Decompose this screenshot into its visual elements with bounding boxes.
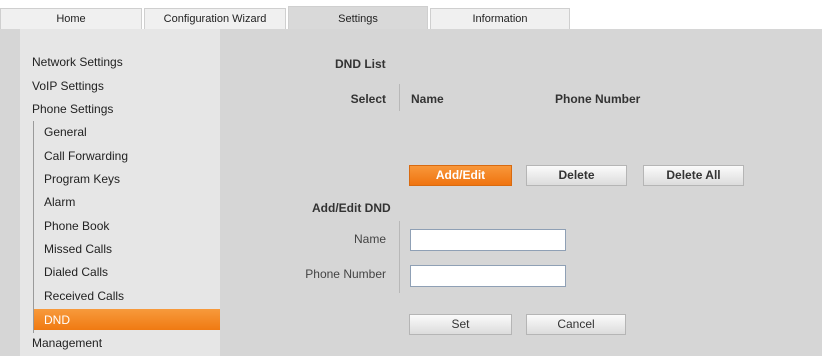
- list-column-divider: [399, 84, 400, 111]
- settings-page: Network Settings VoIP Settings Phone Set…: [0, 29, 822, 356]
- top-tab-bar: Home Configuration Wizard Settings Infor…: [0, 0, 822, 30]
- sidebar-item-call-forwarding[interactable]: Call Forwarding: [44, 149, 128, 163]
- cancel-button[interactable]: Cancel: [526, 314, 626, 335]
- dnd-list-heading: DND List: [335, 57, 386, 71]
- tab-information[interactable]: Information: [430, 8, 570, 29]
- sidebar-item-alarm[interactable]: Alarm: [44, 195, 75, 209]
- tab-settings[interactable]: Settings: [288, 6, 428, 30]
- name-field-label: Name: [353, 232, 386, 246]
- submenu-divider: [33, 121, 34, 333]
- select-column-label: Select: [350, 92, 386, 106]
- sidebar-item-phone-book[interactable]: Phone Book: [44, 219, 109, 233]
- form-divider: [399, 221, 400, 293]
- add-edit-button[interactable]: Add/Edit: [409, 165, 512, 186]
- phone-number-field-label: Phone Number: [305, 267, 386, 281]
- phone-number-input[interactable]: [410, 265, 566, 287]
- delete-all-button[interactable]: Delete All: [643, 165, 744, 186]
- sidebar-item-phone-settings[interactable]: Phone Settings: [32, 102, 113, 116]
- add-edit-dnd-heading: Add/Edit DND: [312, 201, 391, 215]
- sidebar-item-received-calls[interactable]: Received Calls: [44, 289, 124, 303]
- sidebar-item-missed-calls[interactable]: Missed Calls: [44, 242, 112, 256]
- delete-button[interactable]: Delete: [526, 165, 627, 186]
- sidebar-item-general[interactable]: General: [44, 125, 87, 139]
- sidebar-item-network-settings[interactable]: Network Settings: [32, 55, 123, 69]
- tab-configuration-wizard[interactable]: Configuration Wizard: [144, 8, 286, 29]
- sidebar-item-dialed-calls[interactable]: Dialed Calls: [44, 265, 108, 279]
- tab-home[interactable]: Home: [0, 8, 142, 29]
- sidebar-item-program-keys[interactable]: Program Keys: [44, 172, 120, 186]
- sidebar-item-voip-settings[interactable]: VoIP Settings: [32, 79, 104, 93]
- set-button[interactable]: Set: [409, 314, 512, 335]
- name-column-header: Name: [411, 92, 444, 106]
- sidebar: Network Settings VoIP Settings Phone Set…: [20, 29, 220, 356]
- name-input[interactable]: [410, 229, 566, 251]
- sidebar-item-management[interactable]: Management: [32, 336, 102, 350]
- sidebar-item-dnd[interactable]: DND: [44, 313, 70, 327]
- phone-number-column-header: Phone Number: [555, 92, 641, 106]
